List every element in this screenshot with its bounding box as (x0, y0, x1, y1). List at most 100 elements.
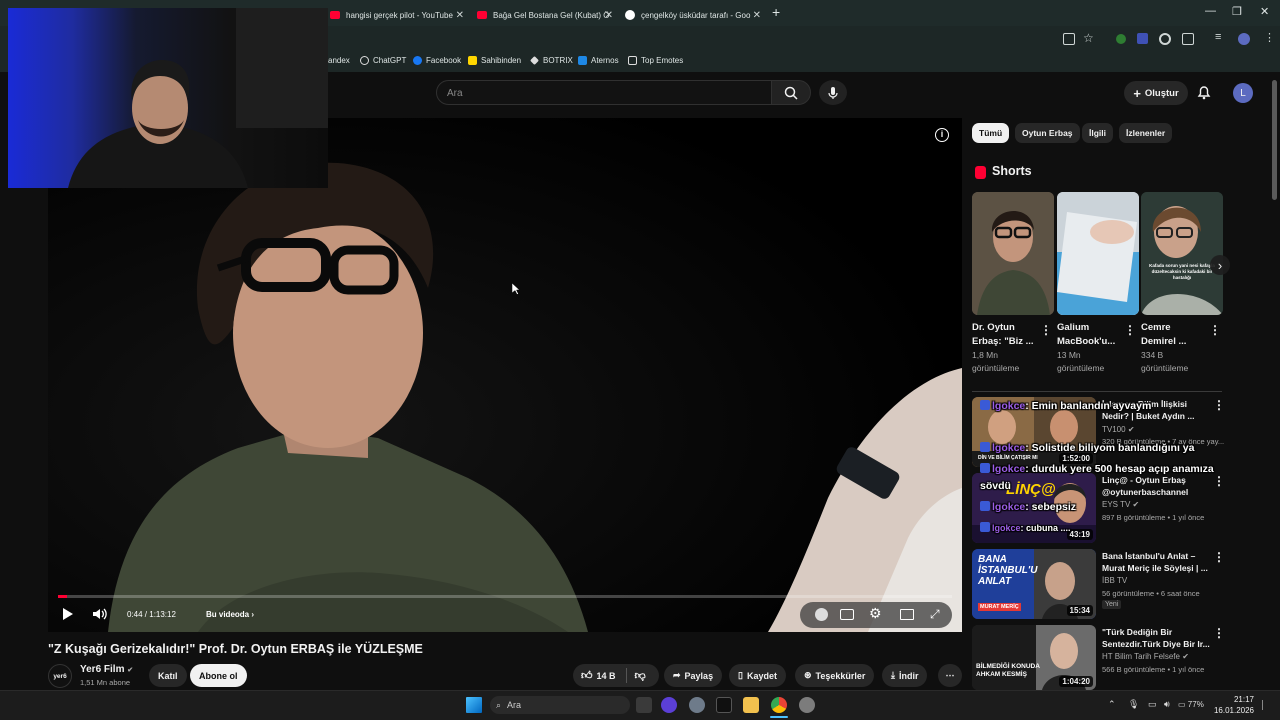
battery-indicator[interactable]: ▭ 77% (1178, 700, 1204, 709)
more-options-icon[interactable]: ⋮ (1124, 323, 1136, 337)
settings-gear-icon[interactable]: ⚙ (869, 605, 882, 622)
show-desktop[interactable] (1262, 700, 1270, 710)
like-count[interactable]: 14 B (597, 671, 616, 681)
bookmark-item[interactable]: BOTRIX (530, 56, 573, 65)
reading-list-icon[interactable]: ≡ (1215, 31, 1221, 43)
short-title[interactable]: Galium MacBook'u... (1057, 321, 1119, 349)
cast-icon[interactable] (1063, 33, 1075, 45)
more-actions-button[interactable]: ⋯ (938, 664, 962, 687)
more-options-icon[interactable]: ⋮ (1209, 323, 1221, 337)
related-channel[interactable]: TV100 ✔ (1102, 425, 1135, 434)
clock[interactable]: 21:17 16.01.2026 (1212, 694, 1254, 716)
more-options-icon[interactable]: ⋮ (1213, 626, 1225, 640)
new-badge: Yeni (1102, 600, 1122, 609)
profile-icon[interactable] (1238, 33, 1250, 45)
thanks-button[interactable]: ⊛ Teşekkürler (795, 664, 875, 687)
join-button[interactable]: Katıl (149, 664, 187, 687)
autoplay-toggle-icon[interactable] (815, 608, 828, 621)
voice-search-button[interactable] (819, 80, 847, 105)
close-icon[interactable]: ✕ (456, 10, 464, 21)
extensions-puzzle-icon[interactable] (1182, 33, 1194, 45)
volume-icon[interactable]: 🔊︎ (1164, 699, 1170, 710)
info-icon[interactable]: i (935, 128, 949, 142)
thumbs-up-icon[interactable]: 👍︎ (581, 669, 593, 682)
scrollbar-thumb[interactable] (1272, 80, 1277, 200)
chip-related[interactable]: İlgili (1082, 123, 1113, 143)
settings-icon[interactable] (689, 697, 705, 713)
network-icon[interactable]: ▭ (1148, 699, 1157, 710)
bookmark-item[interactable]: Sahibinden (468, 56, 521, 65)
related-title[interactable]: "Türk Dediğin Bir Sentezdir.Türk Diye Bi… (1102, 626, 1214, 650)
miniplayer-icon[interactable] (900, 609, 914, 620)
subtitles-icon[interactable] (840, 609, 854, 620)
save-button[interactable]: ▯ Kaydet (729, 664, 786, 687)
close-icon[interactable]: ✕ (753, 10, 761, 21)
more-options-icon[interactable]: ⋮ (1213, 474, 1225, 488)
chip-watched[interactable]: İzlenenler (1119, 123, 1173, 143)
thumbs-down-icon[interactable]: 👎︎ (635, 669, 646, 682)
fullscreen-icon[interactable]: ⤢ (930, 607, 940, 622)
chip-all[interactable]: Tümü (972, 123, 1010, 143)
bookmark-item[interactable]: Top Emotes (628, 56, 683, 65)
avatar[interactable]: L (1233, 83, 1253, 103)
bookmark-star-icon[interactable]: ☆ (1083, 31, 1094, 45)
file-explorer-icon[interactable] (743, 697, 759, 713)
channel-name[interactable]: Yer6 Film ✔ (80, 664, 133, 675)
app-icon[interactable] (716, 697, 732, 713)
video-player[interactable]: i 0:44 / 1:13:12 Bu videoda › ⚙ ⤢ (48, 118, 962, 632)
taskbar-search[interactable]: ⌕ Ara (490, 696, 630, 714)
short-thumbnail[interactable] (972, 192, 1054, 315)
progress-bar[interactable] (58, 595, 952, 598)
chapter-button[interactable]: Bu videoda › (206, 610, 254, 619)
notifications-button[interactable] (1197, 84, 1211, 105)
more-options-icon[interactable]: ⋮ (1213, 550, 1225, 564)
more-options-icon[interactable]: ⋮ (1213, 398, 1225, 412)
more-options-icon[interactable]: ⋮ (1040, 323, 1052, 337)
task-view-icon[interactable] (636, 697, 652, 713)
related-channel[interactable]: EYS TV ✔ (1102, 500, 1139, 509)
download-button[interactable]: ⤓ İndir (882, 664, 928, 687)
short-thumbnail[interactable]: Kafada sorun yani nesi kafayla düzelteca… (1141, 192, 1223, 315)
app-icon[interactable] (661, 697, 677, 713)
window-close-button[interactable]: ✕ (1260, 5, 1269, 18)
channel-avatar[interactable]: yer6 (48, 664, 72, 688)
volume-button[interactable] (92, 607, 108, 623)
related-channel[interactable]: İBB TV (1102, 576, 1127, 585)
chevron-right-icon[interactable]: › (1210, 255, 1230, 275)
chevron-up-icon[interactable]: ⌃ (1108, 699, 1116, 710)
bookmark-item[interactable]: andex (328, 56, 350, 65)
search-input[interactable]: Ara (436, 80, 772, 105)
bookmark-item[interactable]: ChatGPT (360, 56, 406, 65)
search-button[interactable] (771, 80, 811, 105)
chip-oytun-erbas[interactable]: Oytun Erbaş (1015, 123, 1080, 143)
share-button[interactable]: ➦ Paylaş (664, 664, 723, 687)
bookmark-item[interactable]: Facebook (413, 56, 461, 65)
extension-icon[interactable] (1159, 33, 1171, 45)
play-button[interactable] (62, 607, 74, 623)
microphone-icon[interactable]: 🎙︎ (1128, 699, 1139, 710)
translate-icon[interactable] (1137, 33, 1148, 44)
menu-icon[interactable]: ⋮ (1264, 31, 1275, 44)
short-title[interactable]: Dr. Oytun Erbaş: "Biz ... (972, 321, 1034, 349)
short-thumbnail[interactable] (1057, 192, 1139, 315)
windows-start-icon[interactable] (466, 697, 482, 713)
subscribe-button[interactable]: Abone ol (190, 664, 247, 687)
maximize-button[interactable]: ❐ (1232, 5, 1242, 18)
minimize-button[interactable]: — (1205, 5, 1216, 17)
browser-tab-1[interactable]: hangisi gerçek pilot - YouTube ✕ (330, 4, 468, 26)
related-title[interactable]: Linç@ - Oytun Erbaş @oytunerbaschannel (1102, 474, 1214, 498)
create-button[interactable]: + Oluştur (1124, 81, 1188, 105)
related-thumbnail[interactable]: BİLMEDİĞİ KONUDA AHKAM KESMİŞ 1:04:20 (972, 625, 1096, 690)
new-tab-button[interactable]: + (772, 4, 780, 20)
related-thumbnail[interactable]: BANA İSTANBUL'U ANLAT MURAT MERİÇ 15:34 (972, 549, 1096, 619)
app-icon[interactable] (799, 697, 815, 713)
bookmark-item[interactable]: Aternos (578, 56, 619, 65)
short-title[interactable]: Cemre Demirel ... (1141, 321, 1203, 349)
chrome-icon[interactable] (771, 697, 787, 713)
close-icon[interactable]: ✕ (605, 10, 613, 21)
extension-icon[interactable] (1116, 34, 1126, 44)
browser-tab-2[interactable]: Bağa Gel Bostana Gel (Kubat) Ö ✕ (477, 4, 617, 26)
browser-tab-3[interactable]: çengelköy üsküdar tarafı - Goo ✕ (625, 4, 765, 26)
related-title[interactable]: Bana İstanbul'u Anlat – Murat Meriç ile … (1102, 550, 1214, 574)
related-channel[interactable]: HT Bilim Tarih Felsefe ✔ (1102, 652, 1189, 661)
